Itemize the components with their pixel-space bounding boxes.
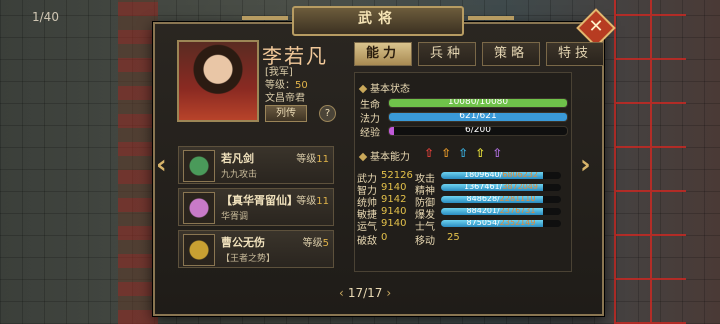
pager-prev-icon[interactable]: ‹	[339, 286, 344, 300]
attribute-row: 敏捷 9140 爆发 884201/2376731	[357, 206, 571, 221]
ability-header: 基本能力	[358, 148, 410, 163]
attribute-bar: 1809640/6806232	[441, 172, 561, 179]
tab-ability[interactable]: 能力	[354, 42, 412, 66]
ability-arrows: ⇧ ⇧ ⇧ ⇧ ⇧	[424, 146, 502, 160]
tab-strategy[interactable]: 策略	[482, 42, 540, 66]
arrow-up-icon: ⇧	[475, 146, 486, 160]
equipment-slot[interactable]: 【真华胥留仙】 等级11 华胥调	[178, 188, 334, 226]
attribute-bar: 884201/2376731	[441, 208, 561, 215]
tab-troops[interactable]: 兵种	[418, 42, 476, 66]
hero-faction: [我军]	[265, 67, 293, 78]
attribute-row: 智力 9140 精神 1367461/3872049	[357, 182, 571, 197]
attribute-row: 武力 52126 攻击 1809640/6806232	[357, 170, 571, 185]
sword-icon	[183, 150, 215, 182]
pager-next-icon[interactable]: ›	[386, 286, 391, 300]
hero-portrait	[177, 40, 259, 122]
equipment-slot[interactable]: 曹公无伤 等级5 【王者之势】	[178, 230, 334, 268]
diamond-icon	[358, 84, 368, 94]
arrow-up-icon: ⇧	[458, 146, 469, 160]
attribute-bar: 848628/2281110	[441, 196, 561, 203]
close-icon: ✕	[588, 16, 604, 37]
prev-general-button[interactable]: ‹	[156, 150, 167, 180]
bio-button[interactable]: 列传	[265, 105, 307, 122]
page-indicator: 17/17	[347, 286, 383, 300]
hero-rank: 文昌帝君	[265, 93, 305, 104]
arrow-up-icon: ⇧	[492, 146, 503, 160]
diamond-icon	[358, 152, 368, 162]
hero-level: 等级：50	[265, 80, 308, 91]
map-wall	[118, 0, 158, 324]
basic-status-header: 基本状态	[358, 80, 410, 95]
attribute-bar: 1367461/3872049	[441, 184, 561, 191]
pager: ‹ 17/17 ›	[335, 286, 395, 300]
next-general-button[interactable]: ›	[580, 150, 591, 180]
hero-name: 李若凡	[262, 44, 328, 68]
robe-icon	[183, 192, 215, 224]
extra-row: 破敌 0 移动 25	[357, 232, 460, 247]
arrow-up-icon: ⇧	[424, 146, 435, 160]
help-button[interactable]: ?	[319, 105, 336, 122]
map-grid	[614, 0, 686, 324]
tab-bar: 能力 兵种 策略 特技	[354, 42, 604, 66]
tab-skills[interactable]: 特技	[546, 42, 604, 66]
attribute-row: 统帅 9142 防御 848628/2281110	[357, 194, 571, 209]
dialog-title: 武将	[242, 6, 514, 36]
arrow-up-icon: ⇧	[441, 146, 452, 160]
attribute-row: 运气 9140 士气 875054/2352149	[357, 218, 571, 233]
hero-info: [我军] 等级：50 文昌帝君	[265, 66, 308, 105]
equipment-slot[interactable]: 若凡剑 等级11 九九攻击	[178, 146, 334, 184]
seal-icon	[183, 234, 215, 266]
turn-counter: 1/40	[32, 10, 59, 24]
attribute-bar: 875054/2352149	[441, 220, 561, 227]
